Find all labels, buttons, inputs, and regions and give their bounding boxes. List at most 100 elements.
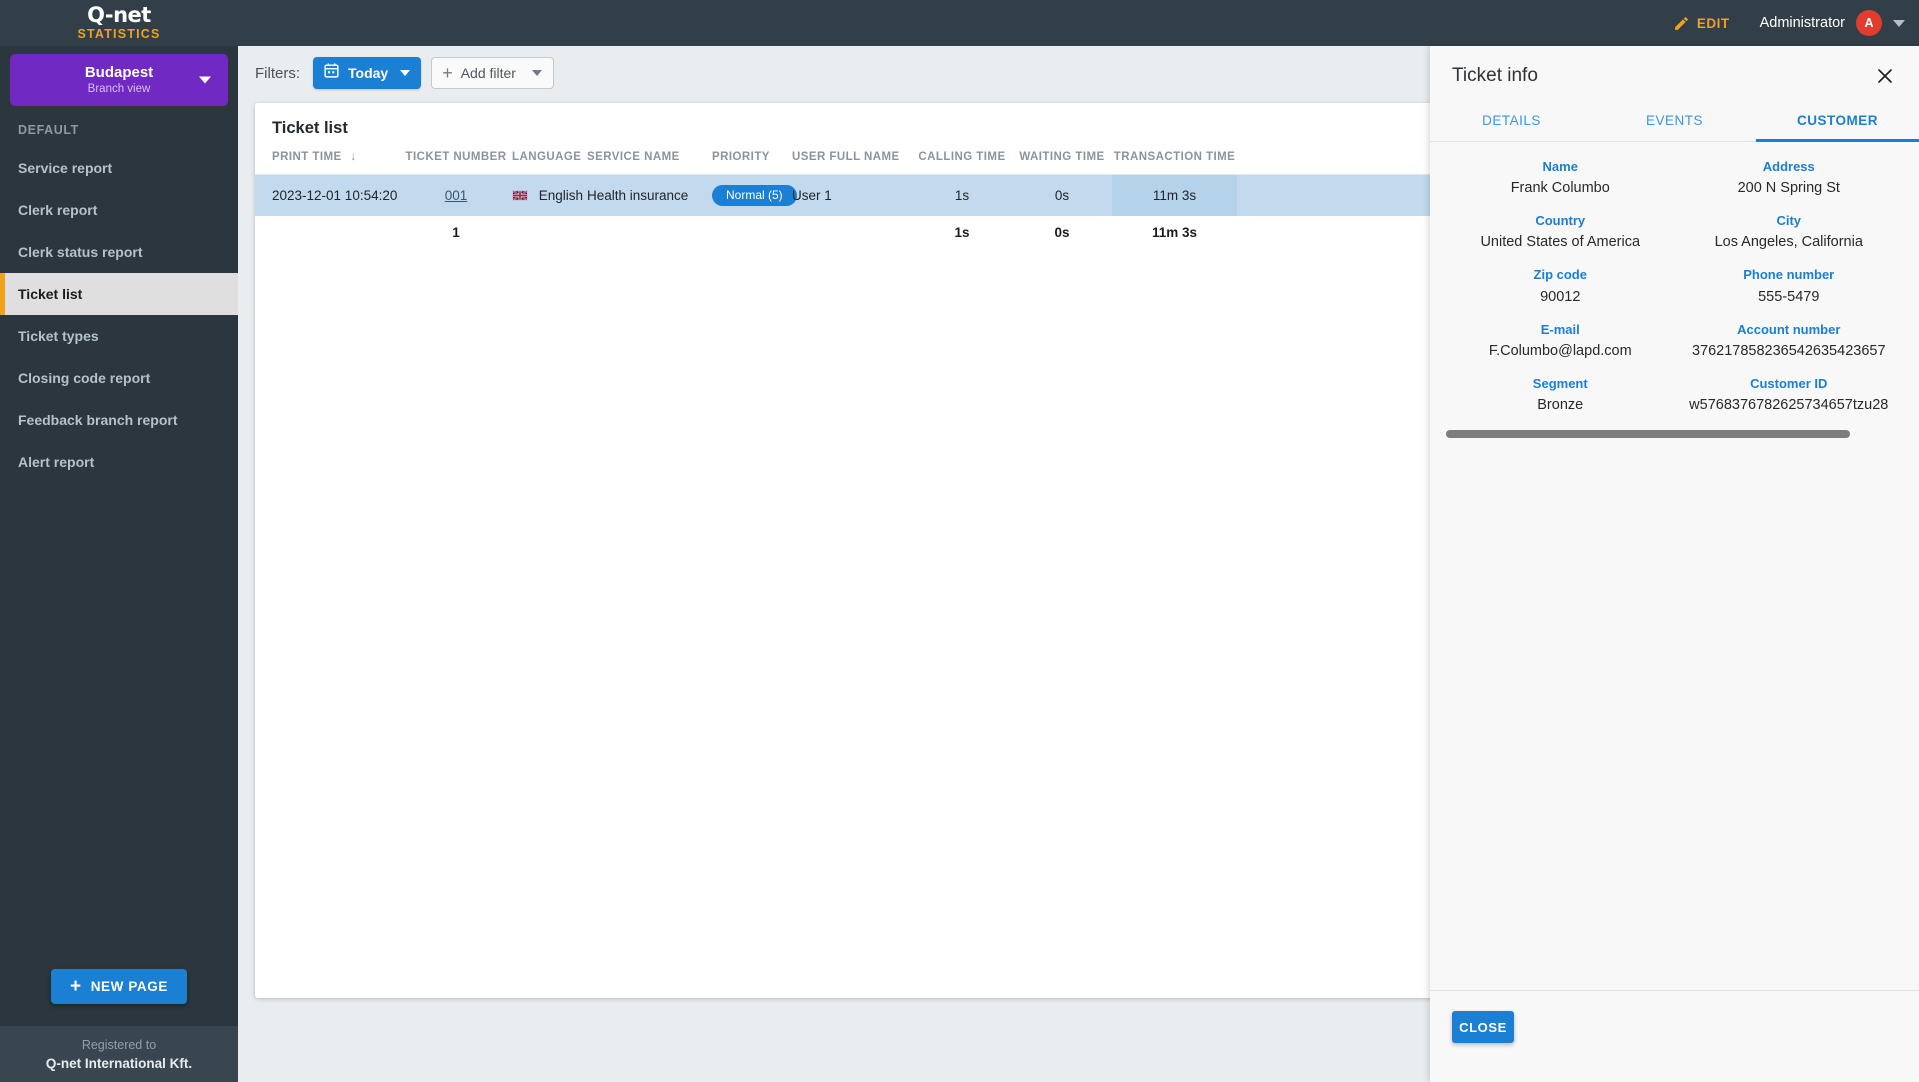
customer-field-zip-code: Zip code 90012: [1446, 266, 1675, 307]
add-filter-button[interactable]: + Add filter: [431, 57, 554, 89]
avatar[interactable]: A: [1856, 10, 1882, 36]
branch-chevron-down-icon: [199, 76, 211, 84]
panel-header: Ticket info: [1430, 46, 1919, 88]
add-filter-label: Add filter: [460, 65, 516, 81]
scrollbar-thumb[interactable]: [1446, 430, 1850, 439]
field-value: 90012: [1540, 288, 1581, 305]
add-filter-chevron-down-icon: [531, 70, 542, 76]
field-label: Phone number: [1743, 267, 1835, 283]
table-totals-row: 1 1s 0s 11m 3s: [255, 216, 1615, 249]
table-body: 2023-12-01 10:54:20 001 English Health i…: [255, 174, 1615, 250]
sidebar-item-closing-code-report[interactable]: Closing code report: [0, 357, 238, 399]
edit-button-label: EDIT: [1696, 15, 1730, 31]
tab-customer[interactable]: CUSTOMER: [1756, 102, 1919, 142]
sidebar-item-ticket-types[interactable]: Ticket types: [0, 315, 238, 357]
sidebar-item-feedback-branch-report[interactable]: Feedback branch report: [0, 399, 238, 441]
ticket-info-panel: Ticket info DETAILS EVENTS CUSTOMER Name…: [1430, 46, 1919, 1082]
tab-details[interactable]: DETAILS: [1430, 102, 1593, 142]
customer-field-phone-number: Phone number 555-5479: [1675, 266, 1904, 307]
field-label: E-mail: [1540, 321, 1580, 337]
user-menu-chevron-down-icon[interactable]: [1893, 19, 1905, 27]
column-header-waiting-time[interactable]: WAITING TIME: [1012, 138, 1112, 175]
sidebar-item-clerk-report[interactable]: Clerk report: [0, 189, 238, 231]
column-header-ticket-number[interactable]: TICKET NUMBER: [400, 138, 512, 175]
table-header: PRINT TIME ↓ TICKET NUMBER LANGUAGE SERV…: [255, 138, 1615, 175]
sidebar-item-ticket-list[interactable]: Ticket list: [0, 273, 238, 315]
branch-subtitle: Branch view: [87, 83, 151, 96]
today-filter-chip[interactable]: Today: [313, 57, 422, 89]
sidebar-item-label: Ticket list: [18, 286, 83, 302]
column-header-priority[interactable]: PRIORITY: [712, 138, 792, 175]
field-label: Account number: [1737, 321, 1841, 337]
pencil-icon: [1673, 15, 1690, 32]
sidebar-item-alert-report[interactable]: Alert report: [0, 441, 238, 483]
column-header-calling-time[interactable]: CALLING TIME: [912, 138, 1012, 175]
registered-to-label: Registered to: [81, 1037, 157, 1052]
sidebar-item-label: Feedback branch report: [18, 412, 178, 428]
column-header-transaction-time[interactable]: TRANSACTION TIME: [1112, 138, 1237, 175]
ticket-list-table: PRINT TIME ↓ TICKET NUMBER LANGUAGE SERV…: [255, 138, 1615, 249]
field-value: 555-5479: [1758, 288, 1820, 305]
sidebar-item-label: Alert report: [18, 454, 95, 470]
field-label: Segment: [1532, 375, 1588, 391]
ticket-list-card: Ticket list PRINT TIME ↓ TICKET NUMBER L…: [255, 103, 1615, 998]
language-label: English: [538, 188, 584, 203]
close-button[interactable]: CLOSE: [1452, 1011, 1514, 1043]
cell-priority: Normal (5): [712, 175, 797, 217]
top-bar: Q-net STATISTICS EDIT Administrator A: [0, 0, 1919, 46]
field-value: w5768376782625734657tzu28: [1689, 397, 1889, 413]
field-value: 376217858236542635423657: [1691, 342, 1886, 359]
field-value: Frank Columbo: [1510, 180, 1610, 197]
customer-details: Name Frank Columbo Address 200 N Spring …: [1430, 142, 1919, 439]
priority-badge: Normal (5): [712, 185, 797, 206]
cell-service-name: Health insurance: [587, 188, 689, 203]
cell-ticket-number: 001: [400, 175, 512, 217]
field-value: 200 N Spring St: [1737, 180, 1840, 197]
field-value: Bronze: [1537, 397, 1584, 413]
customer-field-email: E-mail F.Columbo@lapd.com: [1446, 321, 1675, 362]
sidebar: Budapest Branch view DEFAULT Service rep…: [0, 46, 238, 1082]
customer-horizontal-scrollbar[interactable]: [1446, 430, 1903, 439]
column-header-service-name[interactable]: SERVICE NAME: [587, 138, 712, 175]
column-header-user-full-name[interactable]: USER FULL NAME: [792, 138, 912, 175]
total-transaction-time: 11m 3s: [1151, 225, 1198, 240]
today-filter-label: Today: [348, 65, 389, 81]
close-icon[interactable]: [1873, 64, 1897, 88]
sidebar-item-label: Clerk status report: [18, 244, 143, 260]
plus-icon: +: [69, 976, 82, 997]
total-waiting-time: 0s: [1054, 225, 1070, 240]
total-language: [512, 216, 587, 249]
field-label: City: [1776, 213, 1802, 229]
cell-transaction-time: 11m 3s: [1112, 174, 1237, 216]
brand-subtitle: STATISTICS: [77, 27, 161, 42]
total-calling-time: 1s: [954, 225, 970, 240]
total-print-time: [255, 216, 400, 249]
registered-company: Q-net International Kft.: [45, 1055, 193, 1071]
new-page-button[interactable]: + NEW PAGE: [51, 969, 187, 1004]
sidebar-item-service-report[interactable]: Service report: [0, 147, 238, 189]
sidebar-item-label: Clerk report: [18, 202, 98, 218]
column-header-print-time[interactable]: PRINT TIME ↓: [255, 138, 400, 175]
branch-selector[interactable]: Budapest Branch view: [10, 54, 228, 106]
sort-descending-arrow-icon: ↓: [350, 151, 357, 163]
calendar-icon: [323, 62, 340, 84]
edit-button[interactable]: EDIT: [1673, 15, 1730, 32]
sidebar-item-label: Service report: [18, 160, 113, 176]
field-label: Address: [1762, 159, 1815, 174]
top-bar-right: EDIT Administrator A: [1673, 10, 1919, 36]
customer-field-account-number: Account number 376217858236542635423657: [1675, 321, 1904, 362]
field-label: Zip code: [1533, 267, 1587, 283]
customer-field-name: Name Frank Columbo: [1446, 158, 1675, 199]
sidebar-item-label: Ticket types: [18, 328, 99, 344]
ticket-number-link[interactable]: 001: [445, 188, 468, 203]
field-label: Country: [1535, 213, 1586, 229]
table-row[interactable]: 2023-12-01 10:54:20 001 English Health i…: [255, 174, 1615, 217]
panel-tabs: DETAILS EVENTS CUSTOMER: [1430, 102, 1919, 142]
sidebar-item-clerk-status-report[interactable]: Clerk status report: [0, 231, 238, 273]
field-label: Customer ID: [1750, 375, 1828, 391]
filters-label: Filters:: [255, 64, 300, 82]
tab-events[interactable]: EVENTS: [1593, 102, 1756, 142]
column-header-language[interactable]: LANGUAGE: [512, 138, 587, 175]
field-label: Name: [1542, 159, 1578, 174]
